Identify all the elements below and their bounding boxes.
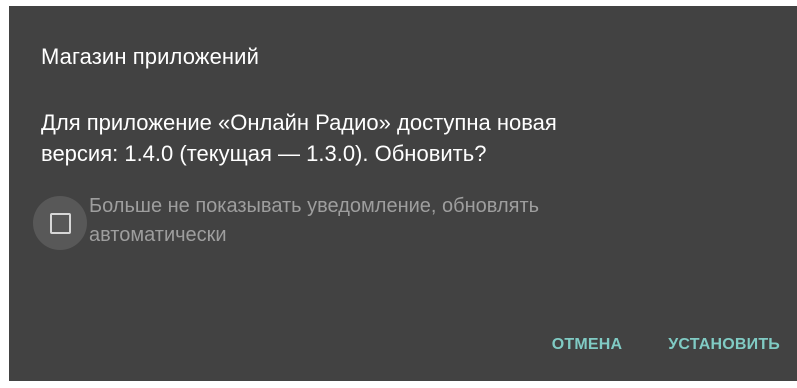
auto-update-checkbox-label: Больше не показывать уведомление, обновл… bbox=[89, 192, 729, 250]
dialog-message-line-1: Для приложение «Онлайн Радио» доступна н… bbox=[41, 110, 557, 135]
cancel-button[interactable]: ОТМЕНА bbox=[552, 336, 623, 354]
update-dialog: Магазин приложений Для приложение «Онлай… bbox=[9, 6, 797, 381]
checkbox-label-line-2: автоматически bbox=[89, 224, 227, 246]
auto-update-checkbox-row[interactable]: Больше не показывать уведомление, обновл… bbox=[33, 188, 733, 250]
checkbox-label-line-1: Больше не показывать уведомление, обновл… bbox=[89, 195, 540, 217]
install-button[interactable]: УСТАНОВИТЬ bbox=[668, 336, 780, 354]
dialog-actions: ОТМЕНА УСТАНОВИТЬ bbox=[552, 336, 780, 354]
auto-update-checkbox[interactable] bbox=[50, 213, 71, 234]
dialog-message-line-2: версия: 1.4.0 (текущая — 1.3.0). Обновит… bbox=[41, 141, 487, 166]
dialog-message: Для приложение «Онлайн Радио» доступна н… bbox=[41, 107, 761, 169]
dialog-title: Магазин приложений bbox=[41, 44, 259, 69]
